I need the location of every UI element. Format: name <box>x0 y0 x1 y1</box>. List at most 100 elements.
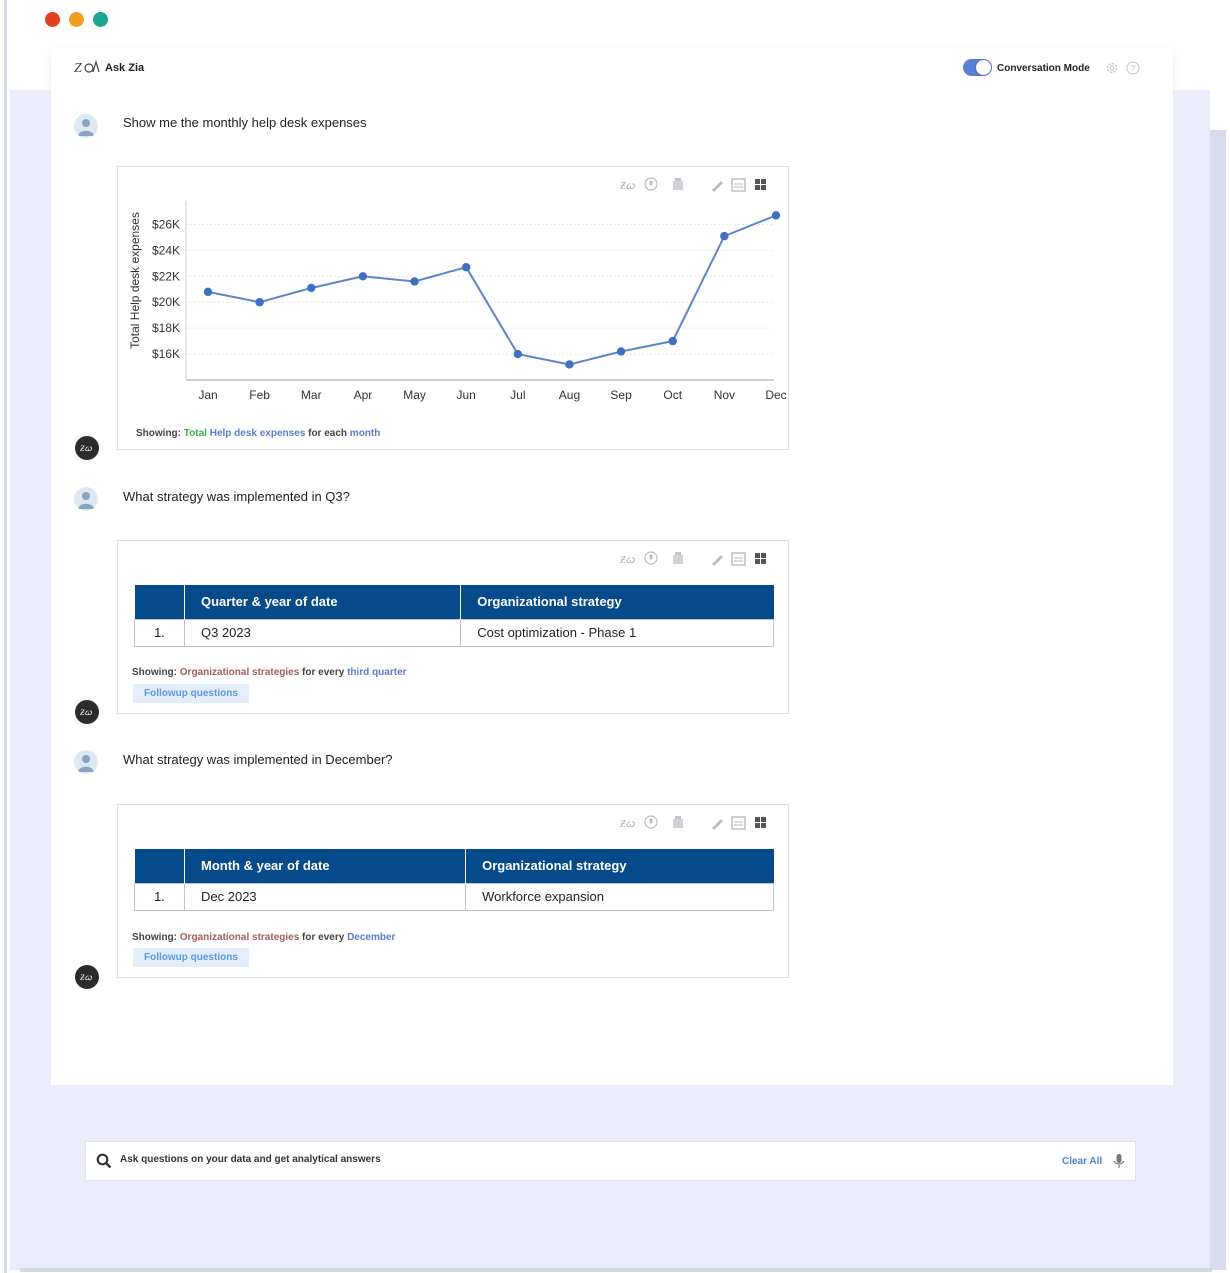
zia-avatar: Ƶꞷ <box>75 965 99 989</box>
data-point[interactable] <box>410 277 419 286</box>
table-header-row: Month & year of date Organizational stra… <box>134 849 774 883</box>
close-window-button[interactable] <box>45 12 60 27</box>
zia-avatar: Ƶꞷ <box>75 700 99 724</box>
dashboard-icon[interactable] <box>755 553 766 564</box>
svg-text:Ƶꞷ: Ƶꞷ <box>80 708 92 717</box>
showing-measure[interactable]: Help desk expenses <box>210 428 306 439</box>
user-avatar <box>74 750 98 774</box>
voice-icon[interactable] <box>644 551 658 565</box>
table-cell: Workforce expansion <box>465 882 774 911</box>
search-icon[interactable] <box>96 1153 112 1169</box>
x-tick-label: Nov <box>714 388 735 402</box>
data-point[interactable] <box>513 349 523 359</box>
column-header-strategy[interactable]: Organizational strategy <box>465 849 774 883</box>
showing-dimension[interactable]: month <box>350 428 381 439</box>
user-avatar <box>74 487 98 511</box>
ask-search-bar: Clear All <box>85 1141 1136 1181</box>
x-tick-label: Jan <box>198 388 217 402</box>
showing-caption: Showing: Total Help desk expenses for ea… <box>136 428 380 439</box>
y-tick-label: $16K <box>152 347 180 361</box>
data-point[interactable] <box>616 347 626 356</box>
gear-icon[interactable] <box>1105 61 1119 75</box>
showing-prefix: Showing: <box>136 428 181 439</box>
svg-text:Ƶꞷ: Ƶꞷ <box>80 444 92 453</box>
table-answer-card: Ƶꞷ Month & year of date Organizational s… <box>117 804 789 978</box>
dashboard-icon[interactable] <box>755 817 766 828</box>
table-cell-index: 1. <box>134 618 185 647</box>
chart-answer-card: Ƶꞷ $16K $18K $20K $22K $24K $26K Total Help de… <box>117 166 789 450</box>
conversation-mode-toggle[interactable] <box>963 59 992 76</box>
showing-caption: Showing: Organizational strategies for e… <box>132 667 407 678</box>
data-point[interactable] <box>358 272 368 281</box>
zia-insight-icon[interactable]: Ƶꞷ <box>620 819 636 830</box>
data-point[interactable] <box>720 231 729 241</box>
table-answer-card: Ƶꞷ Quarter & year of date Organizational… <box>117 540 789 714</box>
column-header-month[interactable]: Month & year of date <box>184 849 467 883</box>
user-question: What strategy was implemented in Decembe… <box>123 752 393 767</box>
voice-icon[interactable] <box>644 815 658 829</box>
zia-avatar: Ƶꞷ <box>75 436 99 460</box>
help-desk-expenses-chart: $16K $18K $20K $22K $24K $26K Total Help desk … <box>128 201 787 402</box>
help-icon[interactable]: ? <box>1126 61 1140 75</box>
column-header-index <box>134 585 185 619</box>
data-point[interactable] <box>203 287 213 297</box>
showing-dimension[interactable]: third quarter <box>347 667 406 678</box>
x-tick-label: Feb <box>249 388 270 402</box>
user-question: What strategy was implemented in Q3? <box>123 489 350 504</box>
window-bottom-edge <box>20 1268 1212 1272</box>
edit-icon[interactable] <box>712 555 723 566</box>
export-icon[interactable] <box>673 816 683 828</box>
edit-icon[interactable] <box>712 819 723 830</box>
showing-measure[interactable]: Organizational strategies <box>180 932 299 943</box>
showing-dimension[interactable]: December <box>347 932 395 943</box>
svg-text:Ƶꞷ: Ƶꞷ <box>620 819 636 830</box>
x-tick-label: Jul <box>510 388 525 402</box>
y-axis-title: Total Help desk expenses <box>128 212 142 349</box>
table-header-row: Quarter & year of date Organizational st… <box>134 585 774 619</box>
report-icon[interactable] <box>731 552 746 566</box>
x-tick-label: Mar <box>301 388 322 402</box>
report-icon[interactable] <box>731 816 746 830</box>
table-cell-index: 1. <box>134 882 185 911</box>
y-tick-label: $24K <box>152 243 180 257</box>
svg-text:Ƶꞷ: Ƶꞷ <box>80 973 92 982</box>
result-table: Month & year of date Organizational stra… <box>134 849 774 911</box>
showing-connector: for every <box>302 667 345 678</box>
showing-measure[interactable]: Organizational strategies <box>180 667 299 678</box>
search-input[interactable] <box>120 1154 920 1165</box>
maximize-window-button[interactable] <box>93 12 108 27</box>
series-line <box>207 214 777 366</box>
data-point[interactable] <box>668 336 677 346</box>
export-icon[interactable] <box>673 552 683 564</box>
x-tick-label: Jun <box>457 388 476 402</box>
app-header: Z Ask Zia Conversation Mode ? <box>51 48 1173 88</box>
table-row: 1. Q3 2023 Cost optimization - Phase 1 <box>134 618 774 647</box>
conversation-mode-label: Conversation Mode <box>997 63 1090 74</box>
zia-insight-icon[interactable]: Ƶꞷ <box>620 555 636 566</box>
user-avatar <box>74 114 98 138</box>
data-point[interactable] <box>461 263 471 272</box>
window-right-edge <box>1210 130 1226 1270</box>
table-cell: Cost optimization - Phase 1 <box>460 618 774 647</box>
x-tick-label: Apr <box>354 388 373 402</box>
svg-text:?: ? <box>1131 64 1136 73</box>
column-header-quarter[interactable]: Quarter & year of date <box>184 585 462 619</box>
minimize-window-button[interactable] <box>69 12 84 27</box>
y-tick-label: $26K <box>152 217 180 231</box>
x-tick-label: May <box>403 388 426 402</box>
data-point[interactable] <box>307 283 316 293</box>
mic-icon[interactable] <box>1113 1153 1125 1170</box>
followup-questions-button[interactable]: Followup questions <box>133 948 249 967</box>
showing-prefix: Showing: <box>132 667 177 678</box>
window-left-edge <box>4 0 7 1273</box>
clear-all-button[interactable]: Clear All <box>1062 1156 1102 1167</box>
column-header-strategy[interactable]: Organizational strategy <box>460 585 774 619</box>
user-question: Show me the monthly help desk expenses <box>123 115 367 130</box>
result-table: Quarter & year of date Organizational st… <box>134 585 774 647</box>
data-point[interactable] <box>771 211 781 220</box>
data-point[interactable] <box>255 298 264 307</box>
x-tick-label: Aug <box>559 388 580 402</box>
x-tick-label: Dec <box>765 388 786 402</box>
data-point[interactable] <box>565 360 574 369</box>
followup-questions-button[interactable]: Followup questions <box>133 684 249 703</box>
